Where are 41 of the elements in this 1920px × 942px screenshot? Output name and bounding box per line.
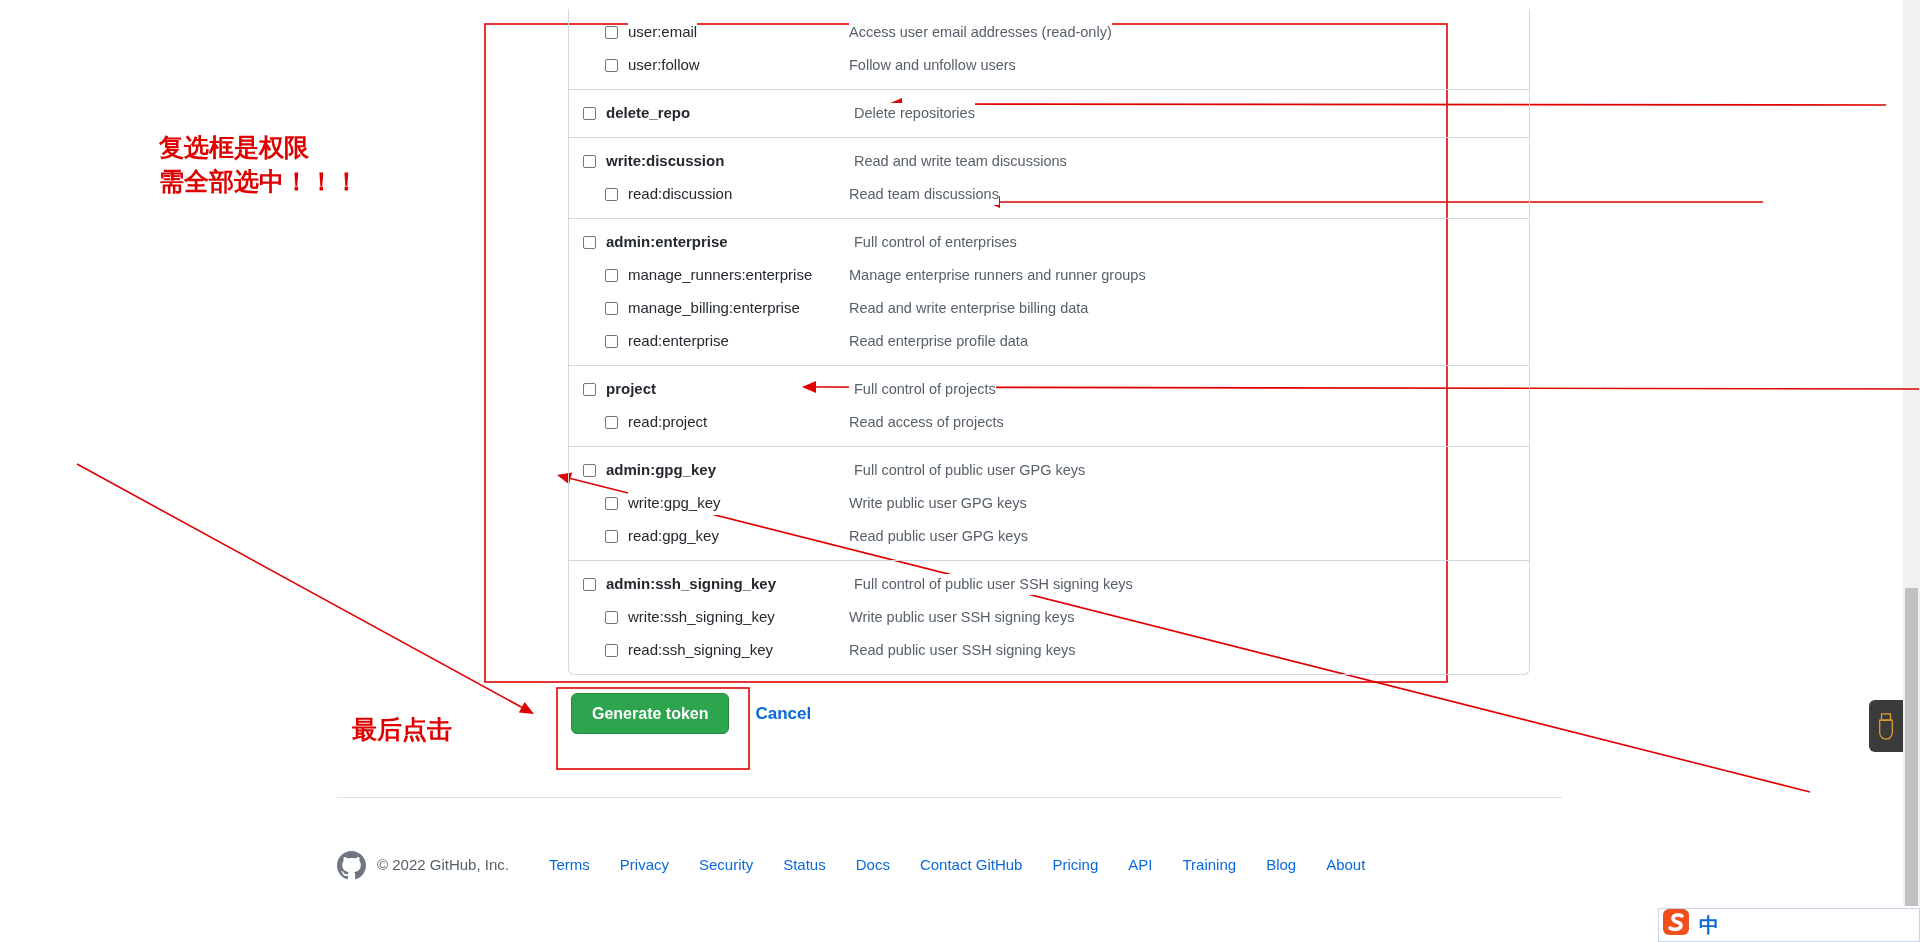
footer-link[interactable]: API <box>1128 853 1153 877</box>
footer-link[interactable]: Contact GitHub <box>919 853 1023 877</box>
footer-link[interactable]: Privacy <box>619 853 669 877</box>
generate-token-button[interactable]: Generate token <box>571 693 730 734</box>
annotation-note: 需全部选中！！！ <box>159 166 359 197</box>
checkbox[interactable] <box>605 497 618 510</box>
side-widget-button[interactable] <box>1869 700 1903 752</box>
sogou-logo-icon[interactable] <box>1661 907 1691 937</box>
checkbox[interactable] <box>605 269 618 282</box>
footer-link[interactable]: Security <box>699 853 754 877</box>
footer-link[interactable]: About <box>1326 853 1366 877</box>
checkbox[interactable] <box>605 416 618 429</box>
checkbox[interactable] <box>605 644 618 657</box>
scrollbar-thumb[interactable] <box>1905 588 1918 906</box>
checkbox[interactable] <box>583 155 596 168</box>
footer-link[interactable]: Terms <box>548 853 590 877</box>
annotation-note: 复选框是权限 <box>159 132 310 163</box>
checkbox[interactable] <box>605 26 618 39</box>
checkbox[interactable] <box>605 335 618 348</box>
cancel-link[interactable]: Cancel <box>755 700 812 727</box>
checkbox[interactable] <box>605 530 618 543</box>
checkbox[interactable] <box>583 107 596 120</box>
checkbox[interactable] <box>605 611 618 624</box>
checkbox[interactable] <box>605 188 618 201</box>
footer-link[interactable]: Status <box>783 853 826 877</box>
checkbox[interactable] <box>583 464 596 477</box>
checkbox[interactable] <box>583 236 596 249</box>
octocat-logo-icon[interactable] <box>337 850 366 880</box>
footer-link[interactable]: Pricing <box>1052 853 1099 877</box>
checkbox[interactable] <box>605 302 618 315</box>
footer-link[interactable]: Blog <box>1266 853 1297 877</box>
checkbox[interactable] <box>583 383 596 396</box>
input-mode-toggle[interactable]: 中 <box>1699 910 1719 940</box>
scope-name: write:gpg_key <box>628 492 721 515</box>
checkbox[interactable] <box>583 578 596 591</box>
footer-link[interactable]: Docs <box>855 853 890 877</box>
checkbox[interactable] <box>605 59 618 72</box>
annotation-note: 最后点击 <box>352 714 452 745</box>
footer-link[interactable]: Training <box>1182 853 1237 877</box>
usb-drive-icon <box>1877 712 1895 740</box>
copyright-text: © 2022 GitHub, Inc. <box>377 854 509 875</box>
